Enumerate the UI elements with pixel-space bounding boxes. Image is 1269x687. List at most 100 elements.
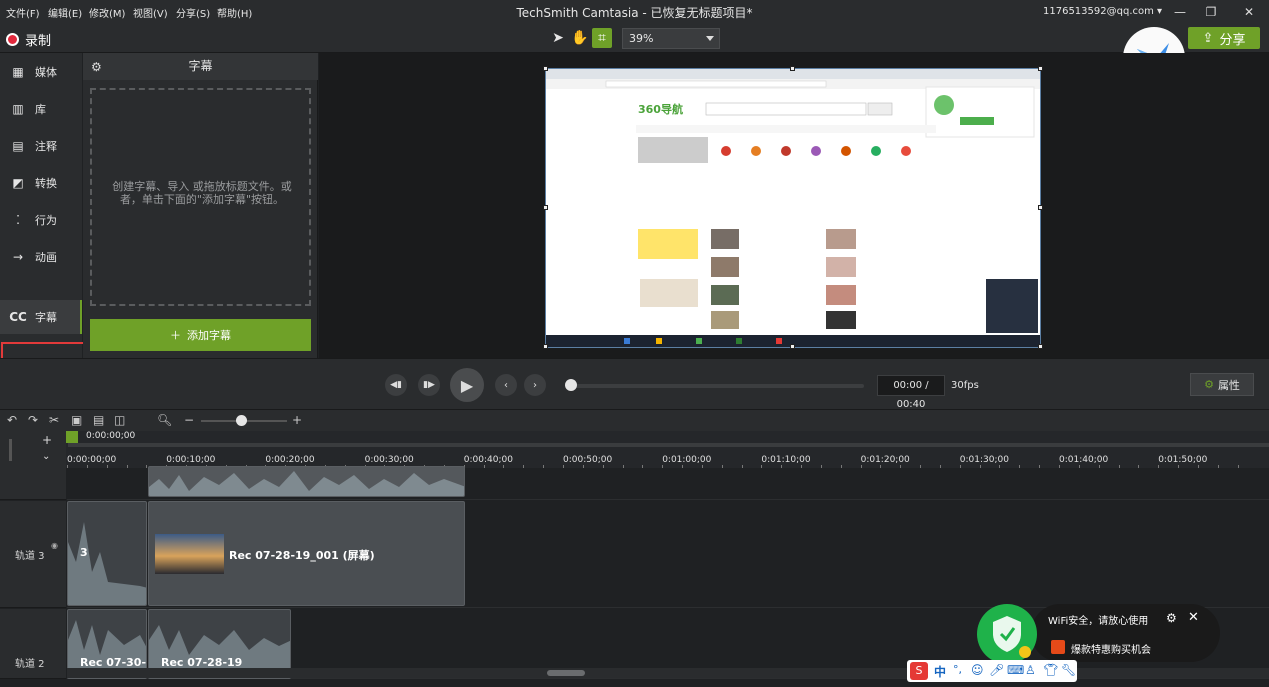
fps-label: 30fps (951, 380, 979, 391)
add-track-icon[interactable]: + (42, 433, 52, 447)
timeline-ruler[interactable]: + ⌄ 0:00:00;00 0:00:00;00 0:00:10;00 0:00:… (0, 431, 1269, 468)
hand-icon[interactable]: ✋ (570, 28, 590, 48)
track-header-2[interactable]: 轨道 2 (0, 609, 66, 679)
nav-label: 字幕 (35, 311, 57, 324)
pointer-icon[interactable]: ➤ (548, 28, 568, 48)
track-header-3[interactable]: 轨道 3 ◉ (0, 501, 66, 608)
scrollbar-thumb[interactable] (547, 670, 585, 676)
ime-toolbar: S 中 °, ☺ 🎤︎ ⌨ ♙ 👕︎ 🔧︎ (907, 660, 1077, 682)
gear-icon[interactable]: ⚙ (1166, 611, 1177, 625)
resize-handle[interactable] (543, 66, 548, 71)
crop-icon[interactable]: ⌗ (592, 28, 612, 48)
skin-icon[interactable]: 👕︎ (1043, 663, 1058, 677)
cc-icon: CC (9, 310, 27, 324)
scrub-bar[interactable] (572, 384, 864, 388)
ruler-tick-label: 0:01:50;00 (1158, 455, 1208, 465)
resize-handle[interactable] (1038, 205, 1043, 210)
audio-clip[interactable] (148, 466, 465, 497)
timeline-zoom-knob[interactable] (236, 415, 247, 426)
redo-icon[interactable]: ↷ (28, 413, 38, 427)
resize-handle[interactable] (790, 344, 795, 349)
gear-icon[interactable]: ⚙ (91, 60, 102, 74)
step-back-icon[interactable]: ◀▮ (385, 374, 407, 396)
track-controls: + ⌄ (0, 431, 66, 468)
cut-icon[interactable]: ✂ (49, 413, 59, 427)
ruler-tick-label: 0:00:20;00 (265, 455, 315, 465)
video-preview[interactable]: 360导航 (545, 68, 1041, 348)
resize-handle[interactable] (1038, 66, 1043, 71)
resize-handle[interactable] (543, 205, 548, 210)
next-marker-icon[interactable]: › (524, 374, 546, 396)
magnifier-icon[interactable]: 🔍︎ (157, 413, 172, 427)
annotation-icon: ▤ (12, 138, 24, 153)
ruler-tick-label: 0:00:30;00 (364, 455, 414, 465)
copy-icon[interactable]: ▣ (71, 413, 82, 427)
user-icon[interactable]: ♙ (1025, 663, 1036, 677)
playhead-track[interactable] (68, 443, 1269, 447)
nav-behaviors[interactable]: ⁚ 行为 (0, 201, 82, 238)
scrub-knob[interactable] (565, 379, 577, 391)
playhead-time: 0:00:00;00 (86, 431, 136, 441)
wrench-icon[interactable]: 🔧︎ (1061, 663, 1076, 677)
track-header-top (0, 468, 66, 500)
previous-marker-icon[interactable]: ‹ (495, 374, 517, 396)
split-icon[interactable]: ◫ (114, 413, 125, 427)
captions-hint: 创建字幕、导入 或拖放标题文件。或者，单击下面的"添加字幕"按钮。 (112, 180, 292, 206)
captions-drop-zone[interactable]: 创建字幕、导入 或拖放标题文件。或者，单击下面的"添加字幕"按钮。 (90, 88, 311, 306)
nav-library[interactable]: ▥ 库 (0, 90, 82, 127)
clip-title: Rec 07-28-19_001 (屏幕) (229, 549, 375, 562)
resize-handle[interactable] (790, 66, 795, 71)
clip-audio-segment[interactable]: 3 (67, 501, 147, 606)
emoji-icon[interactable]: ☺ (971, 663, 984, 677)
share-button[interactable]: ⇪ 分享 (1188, 27, 1260, 49)
zoom-select[interactable]: 39% (622, 28, 720, 49)
nav-media[interactable]: ▦ 媒体 (0, 53, 82, 90)
minimize-icon[interactable]: — (1166, 3, 1194, 21)
playhead[interactable] (66, 431, 78, 443)
gift-icon (1051, 640, 1065, 654)
resize-handle[interactable] (543, 344, 548, 349)
svg-text:360导航: 360导航 (638, 102, 683, 116)
account-menu[interactable]: 1176513592@qq.com ▾ (1043, 6, 1162, 17)
waveform-image (149, 471, 464, 496)
track-height-handle[interactable] (9, 439, 12, 461)
close-icon[interactable]: ✕ (1188, 610, 1199, 625)
track-name: 轨道 2 (15, 659, 45, 670)
close-icon[interactable]: ✕ (1235, 3, 1263, 21)
ruler-tick-label: 0:00:10;00 (166, 455, 216, 465)
ime-mode[interactable]: 中 (934, 663, 946, 680)
paste-icon[interactable]: ▤ (93, 413, 104, 427)
record-button[interactable]: 录制 (6, 30, 51, 49)
captions-header: ⚙ 字幕 (83, 53, 318, 80)
sogou-icon[interactable]: S (910, 662, 928, 680)
time-display: 00:00 / 00:40 (877, 375, 945, 410)
step-forward-icon[interactable]: ▮▶ (418, 374, 440, 396)
play-icon[interactable]: ▶ (450, 368, 484, 402)
zoom-out-icon[interactable]: − (184, 413, 194, 427)
animation-icon: → (12, 249, 24, 264)
plus-icon: ＋ (170, 329, 181, 342)
timeline-scrollbar[interactable] (67, 668, 1269, 678)
nav-annotations[interactable]: ▤ 注释 (0, 127, 82, 164)
add-caption-button[interactable]: ＋ 添加字幕 (90, 319, 311, 351)
nav-transitions[interactable]: ◩ 转换 (0, 164, 82, 201)
zoom-in-icon[interactable]: + (292, 413, 302, 427)
wifi-popup: WiFi安全，请放心使用 ⚙ ✕ 爆款特惠购买机会 (1031, 604, 1220, 662)
wifi-shield-icon[interactable] (977, 604, 1037, 664)
punctuation-icon[interactable]: °, (953, 663, 962, 676)
eye-icon[interactable]: ◉ (51, 541, 58, 550)
chevron-down-icon[interactable]: ⌄ (42, 451, 50, 462)
nav-captions[interactable]: CC 字幕 (0, 300, 82, 334)
resize-handle[interactable] (1038, 344, 1043, 349)
restore-icon[interactable]: ❐ (1197, 3, 1225, 21)
keyboard-icon[interactable]: ⌨ (1007, 663, 1024, 677)
main-toolbar: 录制 ➤ ✋ ⌗ 39% ⇪ 分享 (0, 24, 1269, 53)
nav-animations[interactable]: → 动画 (0, 238, 82, 275)
wifi-status: WiFi安全，请放心使用 (1048, 616, 1149, 627)
promo-link[interactable]: 爆款特惠购买机会 (1071, 641, 1151, 656)
properties-button[interactable]: ⚙ 属性 (1190, 373, 1254, 396)
share-label: 分享 (1219, 32, 1246, 48)
undo-icon[interactable]: ↶ (7, 413, 17, 427)
microphone-icon[interactable]: 🎤︎ (989, 663, 1004, 677)
clip-screen-recording[interactable]: Rec 07-28-19_001 (屏幕) (148, 501, 465, 606)
